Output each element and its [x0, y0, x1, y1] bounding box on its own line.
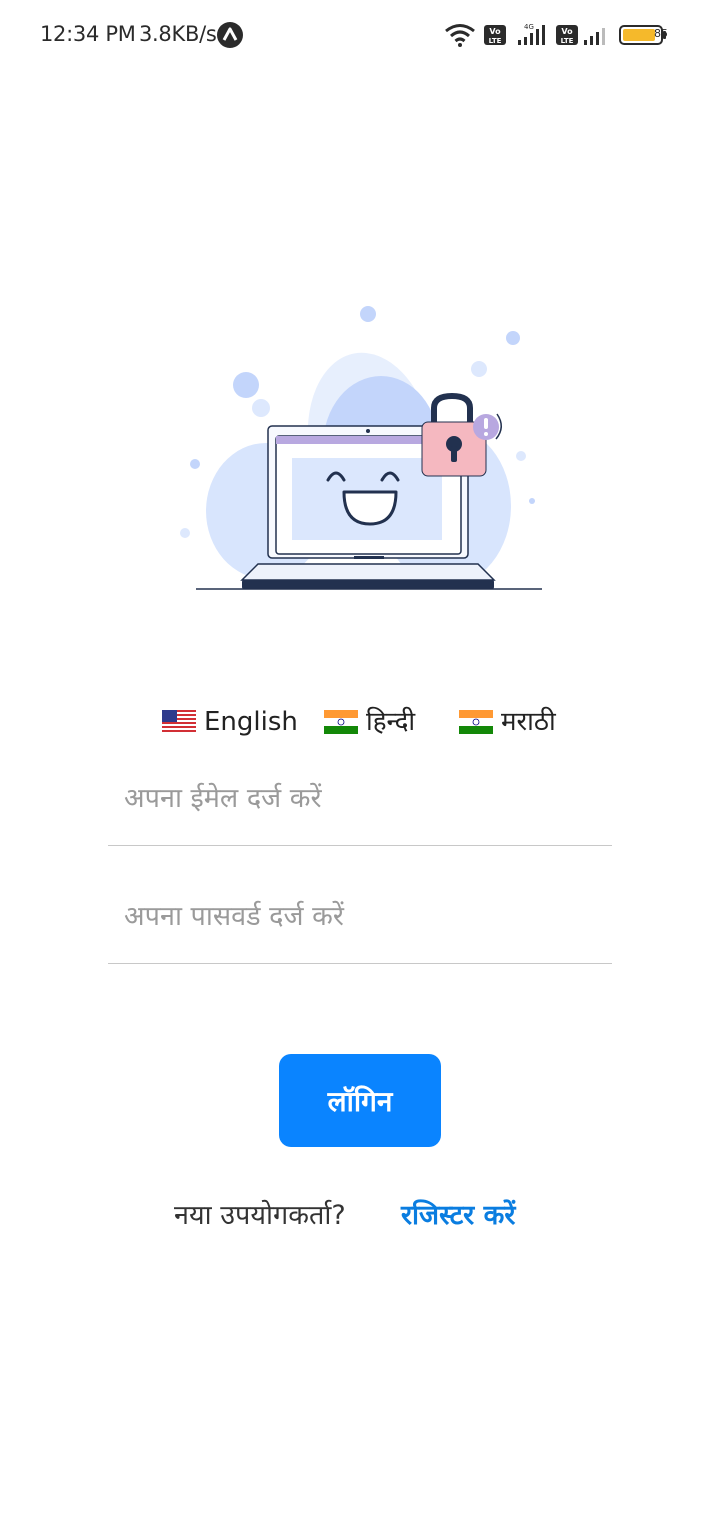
register-prompt: नया उपयोगकर्ता? रजिस्टर करें [174, 1196, 594, 1236]
language-label: हिन्दी [366, 707, 416, 737]
email-field-container [108, 762, 612, 846]
svg-text:Vo: Vo [489, 27, 501, 36]
secure-laptop-illustration [180, 306, 542, 590]
bubble-decoration [516, 451, 526, 461]
status-bar: 12:34 PM 3.8KB/s Vo LTE 4G Vo LTE 85 [0, 0, 720, 70]
volte-icon: Vo LTE [556, 25, 578, 45]
india-flag-icon [459, 710, 493, 734]
language-option-marathi[interactable]: मराठी [459, 704, 569, 740]
padlock-icon [421, 392, 487, 477]
language-label: English [204, 707, 298, 737]
password-input[interactable] [124, 880, 604, 952]
login-screen: 12:34 PM 3.8KB/s Vo LTE 4G Vo LTE 85 Eng… [0, 0, 720, 1520]
language-option-english[interactable]: English [160, 704, 298, 740]
email-input[interactable] [124, 762, 604, 834]
svg-text:4G: 4G [524, 23, 534, 31]
us-flag-icon [162, 710, 196, 734]
bubble-decoration [360, 306, 376, 322]
svg-text:Vo: Vo [561, 27, 573, 36]
new-user-label: नया उपयोगकर्ता? [174, 1200, 346, 1231]
register-link[interactable]: रजिस्टर करें [401, 1196, 515, 1236]
signal-strength-icon [584, 28, 605, 45]
login-button[interactable]: लॉगिन [279, 1054, 441, 1147]
bubble-decoration [506, 331, 520, 345]
network-speed: 3.8KB/s [139, 22, 217, 46]
bubble-decoration [180, 528, 190, 538]
svg-text:LTE: LTE [489, 37, 502, 45]
bubble-decoration [190, 459, 200, 469]
india-flag-icon [324, 710, 358, 734]
bubble-decoration [471, 361, 487, 377]
language-option-hindi[interactable]: हिन्दी [324, 704, 434, 740]
bubble-decoration [233, 372, 259, 398]
language-selector: English हिन्दी मराठी [160, 704, 580, 740]
svg-text:LTE: LTE [561, 37, 574, 45]
signal-strength-icon: 4G [518, 23, 545, 45]
alert-icon [473, 413, 502, 440]
battery-level: 85 [654, 27, 668, 40]
volte-icon: Vo LTE [484, 25, 506, 45]
bubble-decoration [252, 399, 270, 417]
navigation-app-icon [217, 22, 243, 48]
wifi-icon [445, 24, 475, 47]
status-time: 12:34 PM [40, 22, 136, 46]
password-field-container [108, 880, 612, 964]
language-label: मराठी [501, 707, 556, 737]
bubble-decoration [529, 498, 535, 504]
